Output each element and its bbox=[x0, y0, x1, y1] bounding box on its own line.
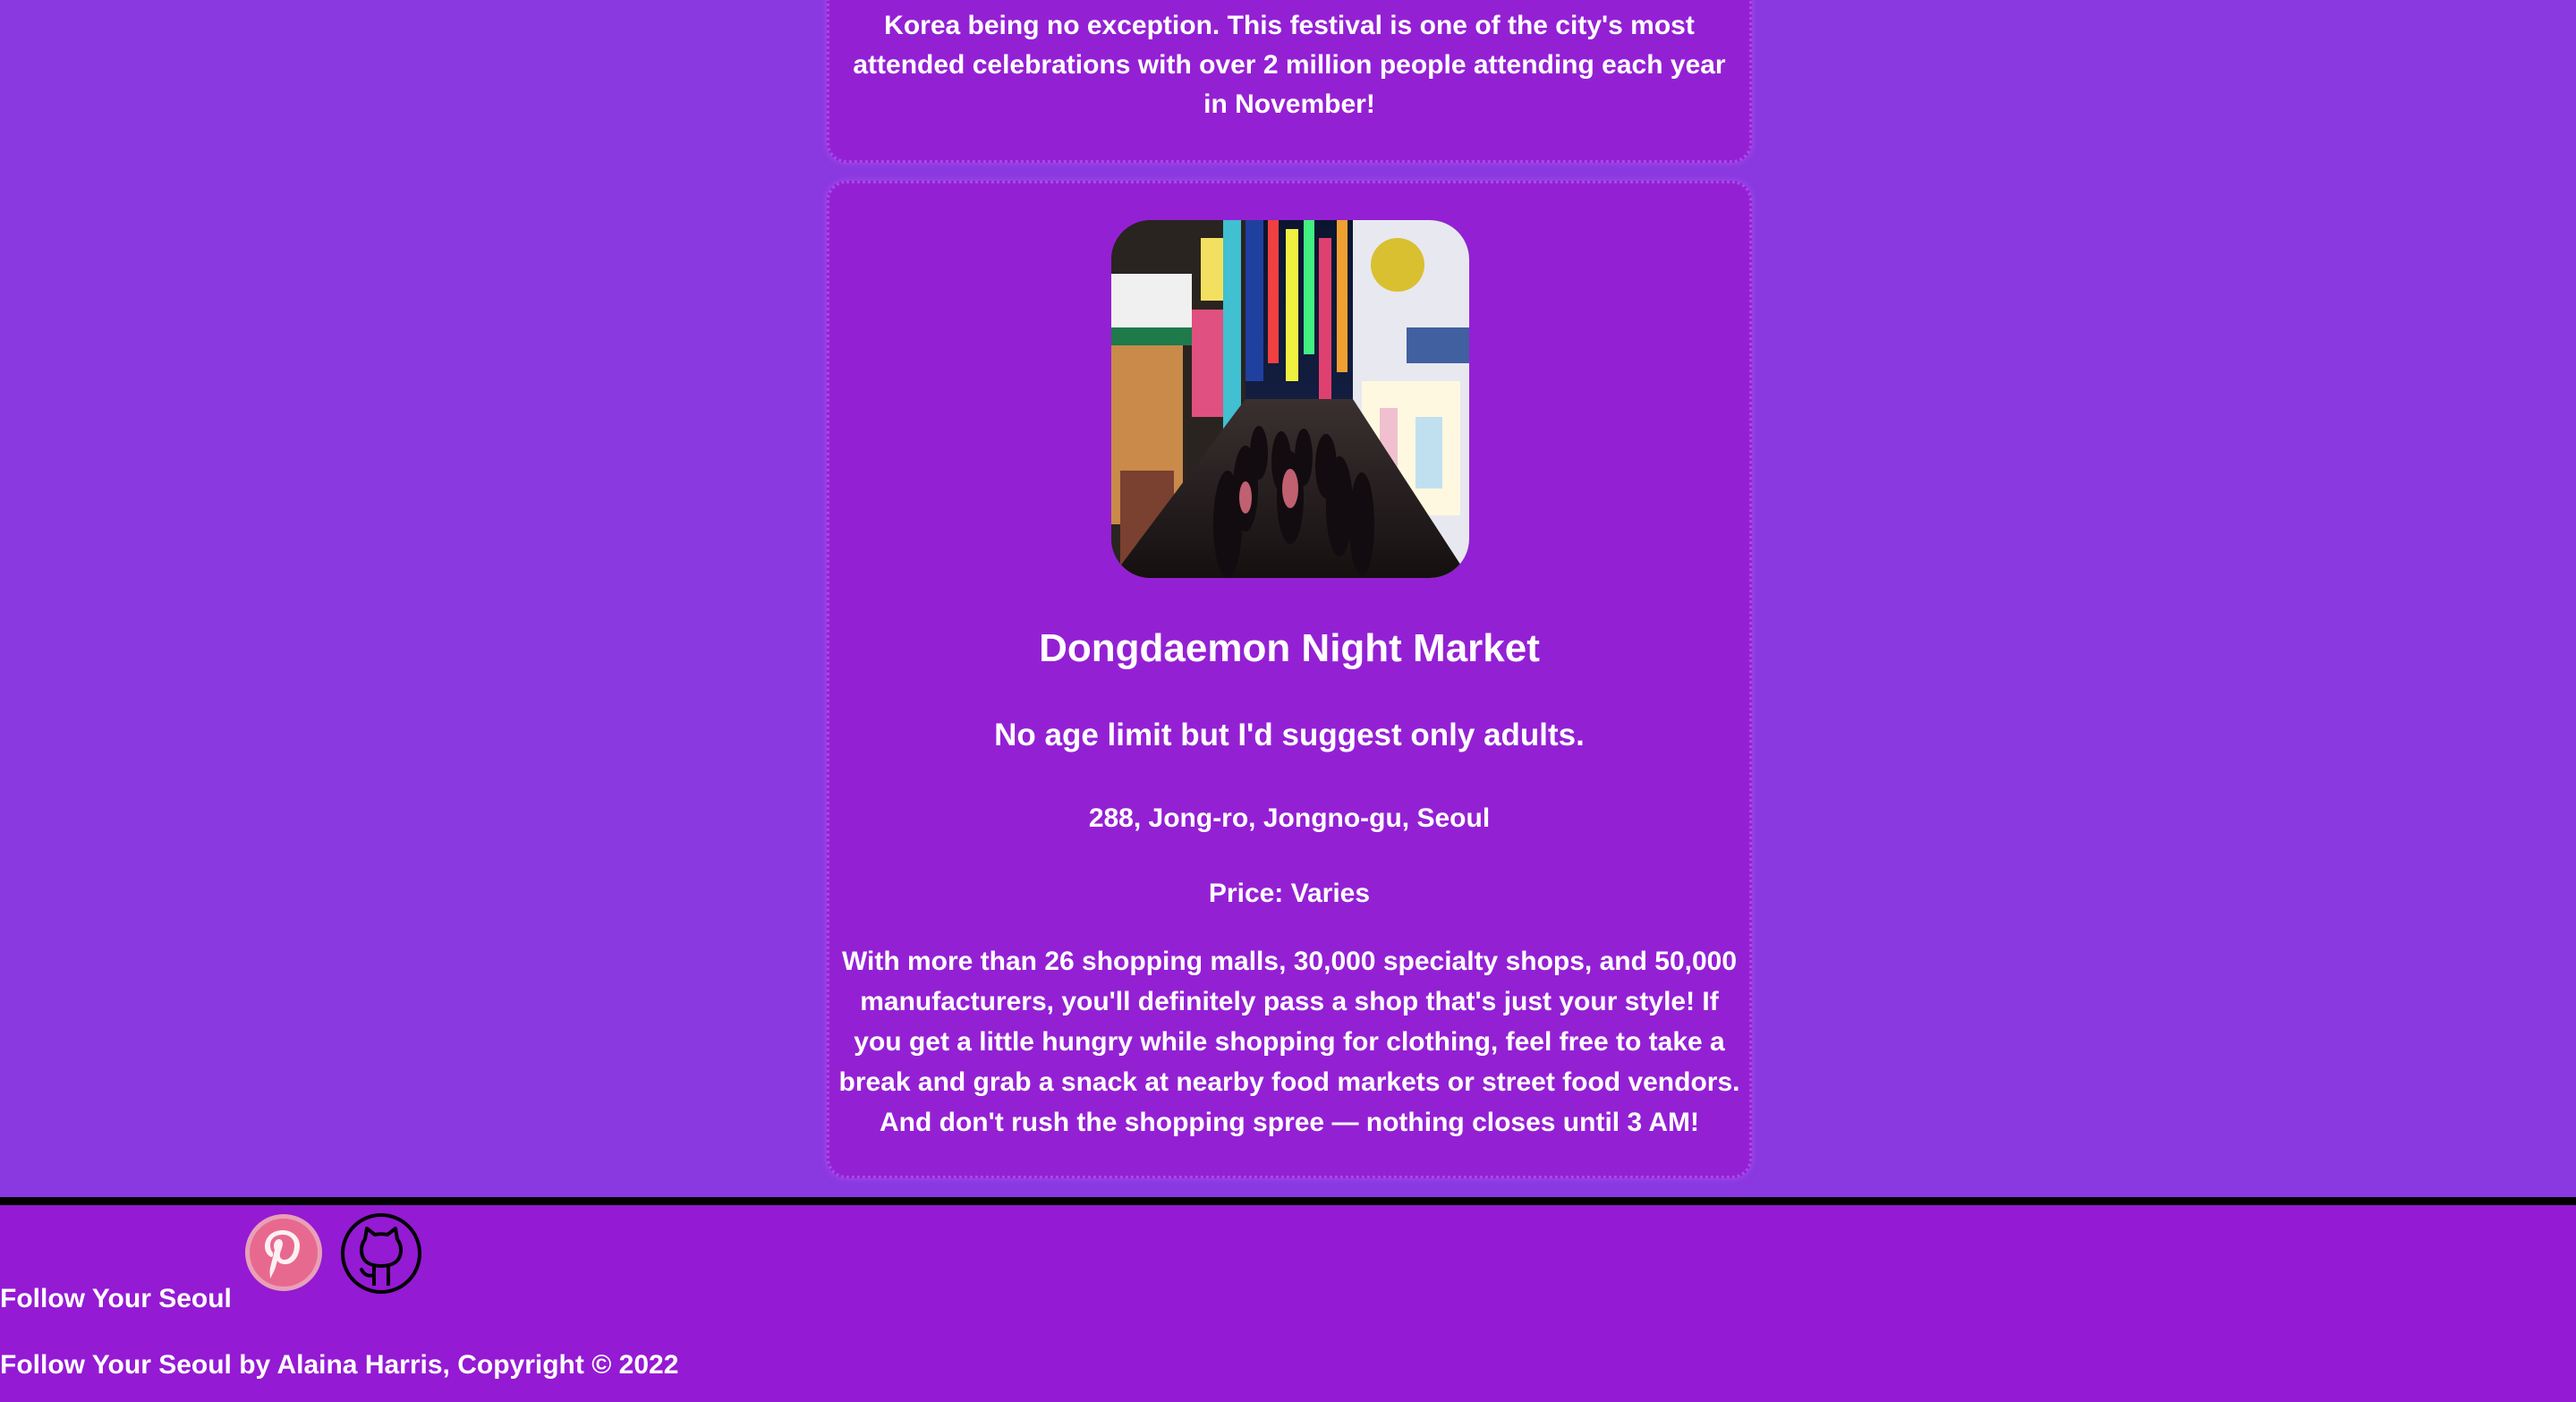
page-footer: Follow Your Seoul Follow Your Seoul by A… bbox=[0, 1197, 2576, 1402]
attraction-title: Dongdaemon Night Market bbox=[1039, 626, 1540, 670]
festival-card: Korea being no exception. This festival … bbox=[827, 0, 1752, 163]
age-recommendation: No age limit but I'd suggest only adults… bbox=[994, 718, 1585, 752]
festival-description: Korea being no exception. This festival … bbox=[853, 11, 1726, 119]
attraction-description: With more than 26 shopping malls, 30,000… bbox=[838, 947, 1740, 1137]
attraction-price: Price: Varies bbox=[1208, 879, 1371, 908]
main-content: Korea being no exception. This festival … bbox=[0, 0, 2576, 1197]
night-market-card: Dongdaemon Night Market No age limit but… bbox=[827, 181, 1752, 1178]
pinterest-icon[interactable] bbox=[243, 1212, 324, 1293]
follow-label: Follow Your Seoul bbox=[0, 1284, 232, 1313]
copyright-text: Follow Your Seoul by Alaina Harris, Copy… bbox=[0, 1350, 679, 1380]
attraction-address: 288, Jong-ro, Jongno-gu, Seoul bbox=[1088, 803, 1491, 833]
night-market-photo bbox=[1111, 220, 1469, 578]
github-icon[interactable] bbox=[340, 1212, 422, 1295]
